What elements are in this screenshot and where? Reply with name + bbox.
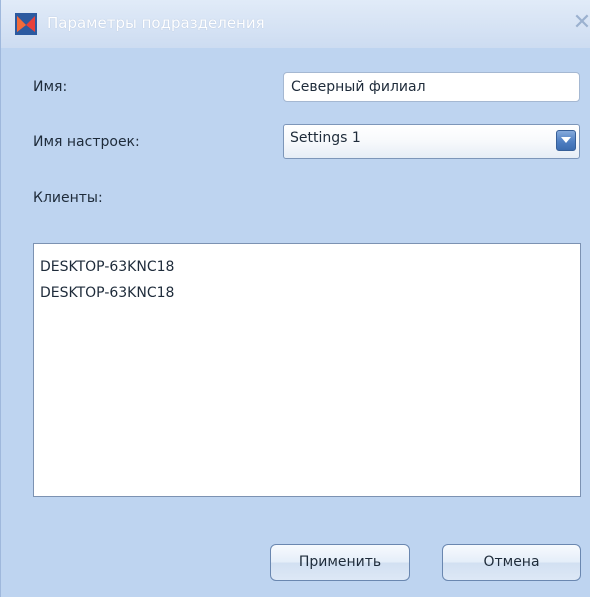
clients-label: Клиенты: bbox=[33, 190, 103, 206]
chevron-down-icon[interactable] bbox=[556, 130, 576, 151]
name-label: Имя: bbox=[33, 79, 68, 95]
list-item[interactable]: DESKTOP-63KNC18 bbox=[40, 282, 580, 308]
list-item[interactable]: DESKTOP-63KNC18 bbox=[40, 256, 580, 282]
dialog-window: Параметры подразделения ✕ Имя: Северный … bbox=[0, 0, 590, 597]
clients-list[interactable]: DESKTOP-63KNC18 DESKTOP-63KNC18 bbox=[33, 243, 581, 497]
settings-select[interactable]: Settings 1 bbox=[283, 124, 580, 159]
apply-button[interactable]: Применить bbox=[270, 544, 410, 581]
settings-select-value: Settings 1 bbox=[290, 130, 361, 146]
app-logo-icon bbox=[15, 13, 37, 35]
title-bar[interactable]: Параметры подразделения ✕ bbox=[1, 0, 590, 48]
name-field[interactable]: Северный филиал bbox=[283, 72, 580, 102]
cancel-button[interactable]: Отмена bbox=[442, 544, 581, 581]
close-button[interactable]: ✕ bbox=[571, 10, 590, 36]
settings-name-label: Имя настроек: bbox=[33, 134, 140, 150]
window-title: Параметры подразделения bbox=[47, 14, 265, 32]
